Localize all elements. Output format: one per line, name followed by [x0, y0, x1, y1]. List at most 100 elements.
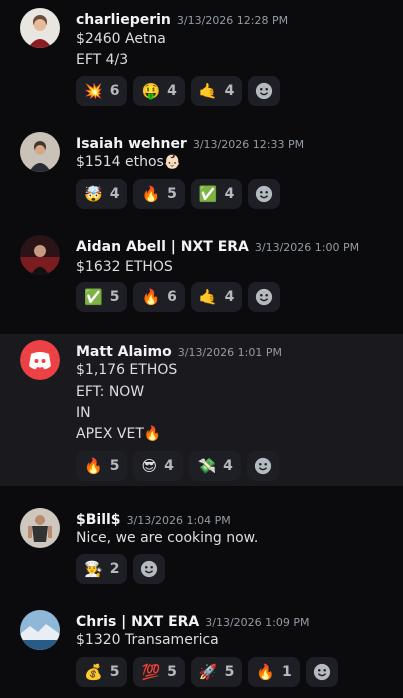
reaction-call-me-hand[interactable]: 🤙 4	[190, 282, 243, 312]
reaction-cook[interactable]: 🧑‍🍳 2	[76, 554, 128, 584]
message-list: charlieperin 3/13/2026 12:28 PM $2460 Aet…	[0, 0, 403, 698]
message-text: IN	[76, 405, 91, 421]
add-reaction-icon	[313, 663, 330, 681]
reactions-bar: 🧑‍🍳 2	[76, 554, 166, 584]
message-hovered: Matt Alaimo 3/13/2026 1:01 PM $1,176 ETHO…	[0, 334, 403, 486]
reactions-bar: 🤯 4 🔥 5 ✅ 4	[76, 179, 281, 209]
message-text: $1514 ethos👶🏻	[76, 154, 182, 170]
reaction-exploding-head[interactable]: 🤯 4	[76, 179, 128, 209]
reaction-count: 5	[167, 186, 177, 202]
reaction-rocket[interactable]: 🚀 5	[190, 657, 243, 687]
avatar[interactable]	[20, 235, 60, 275]
call-me-hand-emoji-icon: 🤙	[198, 287, 218, 306]
add-reaction-button[interactable]	[248, 282, 281, 312]
fire-emoji-icon: 🔥	[141, 287, 161, 306]
timestamp: 3/13/2026 1:01 PM	[177, 346, 282, 359]
check-mark-emoji-icon: ✅	[84, 287, 103, 306]
reaction-hundred-points[interactable]: 💯 5	[133, 657, 185, 687]
reaction-count: 5	[224, 664, 235, 680]
timestamp: 3/13/2026 1:04 PM	[126, 514, 231, 527]
reaction-count: 5	[109, 289, 120, 305]
reaction-collision[interactable]: 💥 6	[76, 76, 128, 106]
reaction-sunglasses[interactable]: 😎 4	[133, 451, 184, 481]
timestamp: 3/13/2026 12:33 PM	[192, 138, 305, 151]
reaction-fire[interactable]: 🔥 1	[248, 657, 300, 687]
sunglasses-emoji-icon: 😎	[141, 456, 158, 475]
exploding-head-emoji-icon: 🤯	[84, 184, 103, 203]
avatar[interactable]	[20, 8, 60, 48]
reaction-count: 1	[282, 664, 292, 680]
message: Isaiah wehner 3/13/2026 12:33 PM $1514 et…	[0, 118, 403, 220]
avatar[interactable]	[20, 610, 60, 650]
add-reaction-button[interactable]	[248, 179, 281, 209]
reaction-count: 6	[109, 83, 120, 99]
reaction-fire[interactable]: 🔥 6	[133, 282, 185, 312]
cook-emoji-icon: 🧑‍🍳	[84, 559, 103, 578]
reaction-count: 2	[109, 561, 120, 577]
username[interactable]: Matt Alaimo	[76, 344, 172, 360]
discord-logo-icon	[20, 340, 60, 380]
username[interactable]: Isaiah wehner	[76, 136, 187, 152]
reactions-bar: 💥 6 🤑 4 🤙 4	[76, 76, 281, 106]
reaction-money-mouth[interactable]: 🤑 4	[133, 76, 185, 106]
add-reaction-icon	[141, 560, 158, 578]
message-text: $1320 Transamerica	[76, 632, 219, 648]
add-reaction-button[interactable]	[133, 554, 166, 584]
add-reaction-button[interactable]	[246, 451, 279, 481]
add-reaction-icon	[256, 185, 273, 203]
add-reaction-button[interactable]	[305, 657, 338, 687]
reaction-count: 4	[224, 186, 235, 202]
message-text: Nice, we are cooking now.	[76, 530, 259, 546]
message-text: $2460 Aetna	[76, 31, 166, 47]
timestamp: 3/13/2026 12:28 PM	[176, 14, 289, 27]
reaction-call-me-hand[interactable]: 🤙 4	[190, 76, 243, 106]
rocket-emoji-icon: 🚀	[198, 662, 218, 681]
message-text: $1,176 ETHOS	[76, 362, 178, 378]
hundred-points-emoji-icon: 💯	[141, 662, 161, 681]
reaction-count: 5	[167, 664, 177, 680]
message: $Bill$ 3/13/2026 1:04 PM Nice, we are coo…	[0, 486, 403, 590]
reaction-count: 6	[167, 289, 177, 305]
money-with-wings-emoji-icon: 💸	[197, 456, 217, 475]
check-mark-emoji-icon: ✅	[198, 184, 218, 203]
reaction-count: 5	[109, 664, 120, 680]
message-text: EFT: NOW	[76, 384, 145, 400]
add-reaction-button[interactable]	[248, 76, 281, 106]
timestamp: 3/13/2026 1:09 PM	[205, 616, 310, 629]
reaction-check-mark[interactable]: ✅ 5	[76, 282, 128, 312]
username[interactable]: $Bill$	[76, 512, 121, 528]
username[interactable]: charlieperin	[76, 12, 171, 28]
call-me-hand-emoji-icon: 🤙	[198, 81, 218, 100]
fire-emoji-icon: 🔥	[141, 184, 161, 203]
message-text: EFT 4/3	[76, 52, 129, 68]
message: Chris | NXT ERA 3/13/2026 1:09 PM $1320 T…	[0, 590, 403, 698]
message: charlieperin 3/13/2026 12:28 PM $2460 Aet…	[0, 0, 403, 118]
reaction-count: 5	[109, 458, 120, 474]
avatar[interactable]	[20, 340, 60, 380]
reaction-count: 4	[167, 83, 177, 99]
reaction-money-with-wings[interactable]: 💸 4	[189, 451, 241, 481]
reaction-count: 4	[224, 289, 235, 305]
add-reaction-icon	[256, 288, 273, 306]
collision-emoji-icon: 💥	[84, 81, 103, 100]
reaction-check-mark[interactable]: ✅ 4	[190, 179, 243, 209]
add-reaction-icon	[256, 82, 273, 100]
message-text: $1632 ETHOS	[76, 259, 173, 275]
timestamp: 3/13/2026 1:00 PM	[254, 241, 360, 254]
reaction-count: 4	[223, 458, 233, 474]
fire-emoji-icon: 🔥	[256, 662, 275, 681]
reaction-count: 4	[224, 83, 235, 99]
reaction-fire[interactable]: 🔥 5	[133, 179, 185, 209]
avatar[interactable]	[20, 508, 60, 548]
avatar[interactable]	[20, 132, 60, 172]
reaction-fire[interactable]: 🔥 5	[76, 451, 128, 481]
money-mouth-emoji-icon: 🤑	[141, 81, 161, 100]
add-reaction-icon	[254, 457, 271, 475]
fire-emoji-icon: 🔥	[84, 456, 103, 475]
reactions-bar: ✅ 5 🔥 6 🤙 4	[76, 282, 281, 312]
username[interactable]: Chris | NXT ERA	[76, 614, 199, 630]
reactions-bar: 🔥 5 😎 4 💸 4	[76, 451, 279, 481]
reaction-money-bag[interactable]: 💰 5	[76, 657, 128, 687]
reaction-count: 4	[164, 458, 174, 474]
username[interactable]: Aidan Abell | NXT ERA	[76, 239, 249, 255]
